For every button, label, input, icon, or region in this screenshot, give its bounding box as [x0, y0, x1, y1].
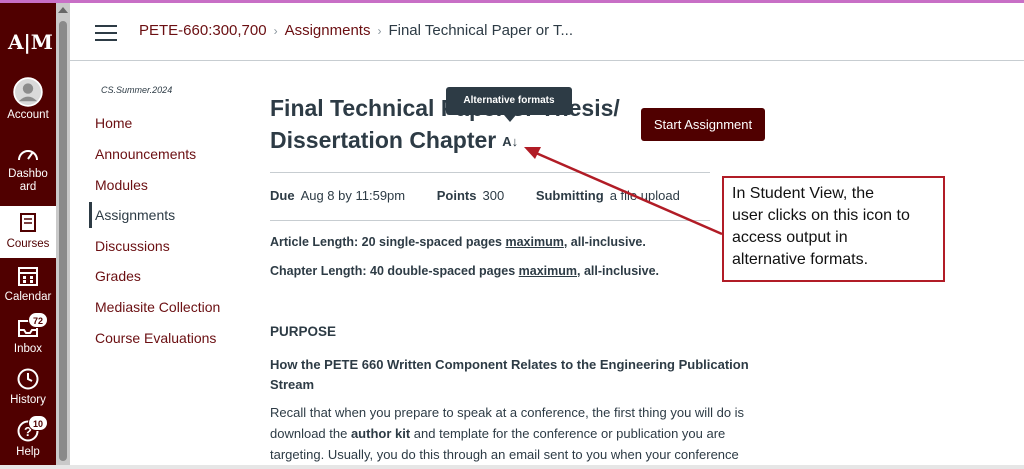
nav-dashboard-label: Dashboard	[8, 168, 48, 193]
course-nav-modules[interactable]: Modules	[95, 177, 148, 193]
points-value: 300	[482, 188, 505, 203]
breadcrumb-assignments-link[interactable]: Assignments	[285, 22, 371, 39]
bottom-frame-edge	[0, 465, 1024, 469]
subheading-line1: How the PETE 660 Written Component Relat…	[270, 357, 749, 372]
dashboard-icon	[18, 150, 38, 161]
chapter-length: Chapter Length: 40 double-spaced pages m…	[270, 264, 659, 278]
nav-dashboard[interactable]: Dashboard	[0, 142, 56, 204]
article-length-prefix: Article Length: 20 single-spaced pages	[270, 235, 506, 249]
chapter-length-suffix: , all-inclusive.	[577, 264, 659, 278]
chapter-length-prefix: Chapter Length: 40 double-spaced pages	[270, 264, 519, 278]
breadcrumb-current: Final Technical Paper or T...	[388, 22, 574, 39]
nav-history-label: History	[10, 394, 46, 406]
scrollbar-thumb[interactable]	[59, 21, 67, 461]
body-line3: targeting. Usually, you do this through …	[270, 447, 739, 462]
breadcrumb-separator-icon: ›	[273, 24, 278, 38]
alternative-formats-tooltip: Alternative formats	[446, 87, 572, 122]
body-line2-a: download the	[270, 426, 351, 441]
calendar-icon	[18, 267, 38, 286]
course-nav-discussions[interactable]: Discussions	[95, 238, 170, 254]
hamburger-menu-icon[interactable]	[95, 25, 117, 41]
nav-inbox-label: Inbox	[13, 343, 43, 355]
breadcrumb: PETE-660:300,700 › Assignments › Final Techn…	[139, 22, 573, 39]
due-value: Aug 8 by 11:59pm	[300, 188, 406, 203]
top-accent-line	[0, 0, 1024, 3]
author-kit-emphasis: author kit	[350, 426, 411, 441]
subheading-line2: Stream	[270, 377, 315, 392]
inbox-badge: 72	[28, 312, 49, 328]
scroll-up-arrow-icon[interactable]	[58, 7, 68, 13]
callout-line4: alternative formats.	[732, 251, 869, 268]
due-label: Due	[270, 188, 295, 203]
course-nav-assignments[interactable]: Assignments	[95, 207, 175, 223]
callout-line2: user clicks on this icon to	[732, 207, 910, 224]
course-term: CS.Summer.2024	[101, 85, 173, 95]
callout-line3: access output in	[732, 229, 848, 246]
body-line2: download the author kit and template for…	[270, 423, 740, 444]
nav-account-label: Account	[7, 109, 49, 121]
chapter-length-emphasis: maximum	[518, 264, 578, 278]
active-indicator	[89, 202, 92, 228]
header-divider	[70, 60, 1024, 61]
nav-scrollbar[interactable]	[56, 3, 70, 465]
courses-icon	[20, 213, 36, 232]
course-nav-mediasite-collection[interactable]: Mediasite Collection	[95, 299, 220, 315]
article-length: Article Length: 20 single-spaced pages m…	[270, 235, 646, 249]
article-length-emphasis: maximum	[505, 235, 564, 249]
course-nav-grades[interactable]: Grades	[95, 268, 141, 284]
nav-help[interactable]: ? 10 Help	[0, 415, 56, 462]
submitting-label: Submitting	[535, 188, 604, 203]
breadcrumb-separator-icon: ›	[377, 24, 382, 38]
submitting-value: a file upload	[609, 188, 680, 203]
section-subheading: How the PETE 660 Written Component Relat…	[270, 355, 749, 395]
article-length-suffix: , all-inclusive.	[563, 235, 646, 249]
nav-calendar[interactable]: Calendar	[0, 263, 56, 307]
course-nav-course-evaluations[interactable]: Course Evaluations	[95, 330, 216, 346]
body-paragraph: Recall that when you prepare to speak at…	[270, 402, 745, 465]
nav-help-label: Help	[16, 446, 40, 458]
details-bottom-divider	[270, 220, 710, 221]
course-nav-home[interactable]: Home	[95, 115, 132, 131]
nav-courses-label: Courses	[6, 238, 50, 250]
callout-line1: In Student View, the	[732, 185, 875, 202]
help-badge: 10	[28, 415, 49, 431]
breadcrumb-course-link[interactable]: PETE-660:300,700	[139, 22, 267, 39]
assignment-title-line2: Dissertation Chapter	[270, 127, 497, 153]
avatar-icon	[13, 77, 43, 107]
body-line1: Recall that when you prepare to speak at…	[270, 405, 745, 420]
nav-courses[interactable]: Courses	[0, 206, 56, 258]
tamu-logo[interactable]: A|M	[8, 25, 53, 59]
points-label: Points	[436, 188, 477, 203]
nav-calendar-label: Calendar	[4, 291, 52, 303]
annotation-callout: In Student View, the user clicks on this…	[722, 176, 945, 282]
start-assignment-button[interactable]: Start Assignment	[641, 108, 765, 141]
details-top-divider	[270, 172, 710, 173]
alternative-formats-icon[interactable]: A↓	[502, 126, 518, 158]
assignment-details: Due Aug 8 by 11:59pm Points 300 Submitting…	[270, 188, 680, 203]
purpose-heading: PURPOSE	[270, 324, 337, 339]
nav-history[interactable]: History	[0, 366, 56, 410]
nav-account[interactable]: Account	[0, 77, 56, 133]
nav-inbox[interactable]: 72 Inbox	[0, 312, 56, 359]
body-line2-c: and template for the conference or publi…	[410, 426, 726, 441]
global-nav: A|M Account Dashboard Courses Calendar 7…	[0, 3, 56, 465]
course-nav-announcements[interactable]: Announcements	[95, 146, 196, 162]
clock-icon	[17, 368, 39, 390]
